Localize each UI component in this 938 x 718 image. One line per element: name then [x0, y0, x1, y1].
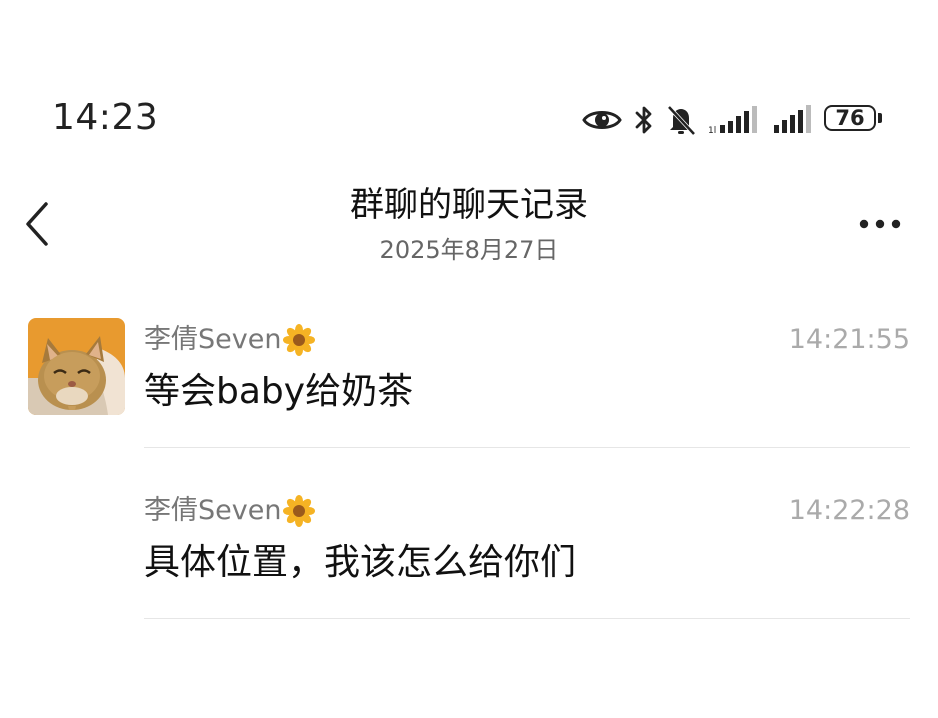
message-time: 14:21:55	[788, 324, 910, 355]
battery-level: 76	[835, 106, 865, 130]
message-item[interactable]: 李倩Seven 14:21:55 等会baby给奶茶	[144, 322, 910, 448]
bluetooth-icon	[634, 104, 654, 136]
message-text: 等会baby给奶茶	[144, 371, 414, 412]
battery-icon: 76	[824, 105, 884, 135]
status-icons: 1l 76	[582, 100, 884, 140]
status-time: 14:23	[52, 97, 159, 138]
divider	[144, 447, 910, 448]
message-time: 14:22:28	[788, 495, 910, 526]
more-button[interactable]	[856, 212, 904, 236]
divider	[144, 618, 910, 619]
message-item[interactable]: 李倩Seven 14:22:28 具体位置，我该怎么给你们	[144, 493, 910, 619]
sender-row: 李倩Seven	[144, 493, 316, 529]
page-title: 群聊的聊天记录	[350, 185, 588, 225]
eye-icon	[582, 106, 622, 134]
message-text: 具体位置，我该怎么给你们	[144, 542, 577, 583]
sender-row: 李倩Seven	[144, 322, 316, 358]
signal-icon: 1l	[708, 105, 760, 135]
sender-name: 李倩Seven	[144, 324, 282, 355]
sunflower-icon	[283, 324, 316, 356]
chat-history-screen: 14:23 1l 76 群聊的聊天记录 2025年8月27日 李倩Seven 1…	[0, 0, 938, 718]
cat-avatar-icon	[28, 318, 125, 415]
page-date: 2025年8月27日	[379, 236, 559, 264]
signal-icon	[772, 105, 812, 135]
sunflower-icon	[283, 495, 316, 527]
more-dots-icon	[859, 219, 901, 229]
avatar[interactable]	[28, 318, 125, 415]
svg-text:1l: 1l	[708, 126, 716, 135]
sender-name: 李倩Seven	[144, 495, 282, 526]
bell-muted-icon	[666, 104, 696, 136]
